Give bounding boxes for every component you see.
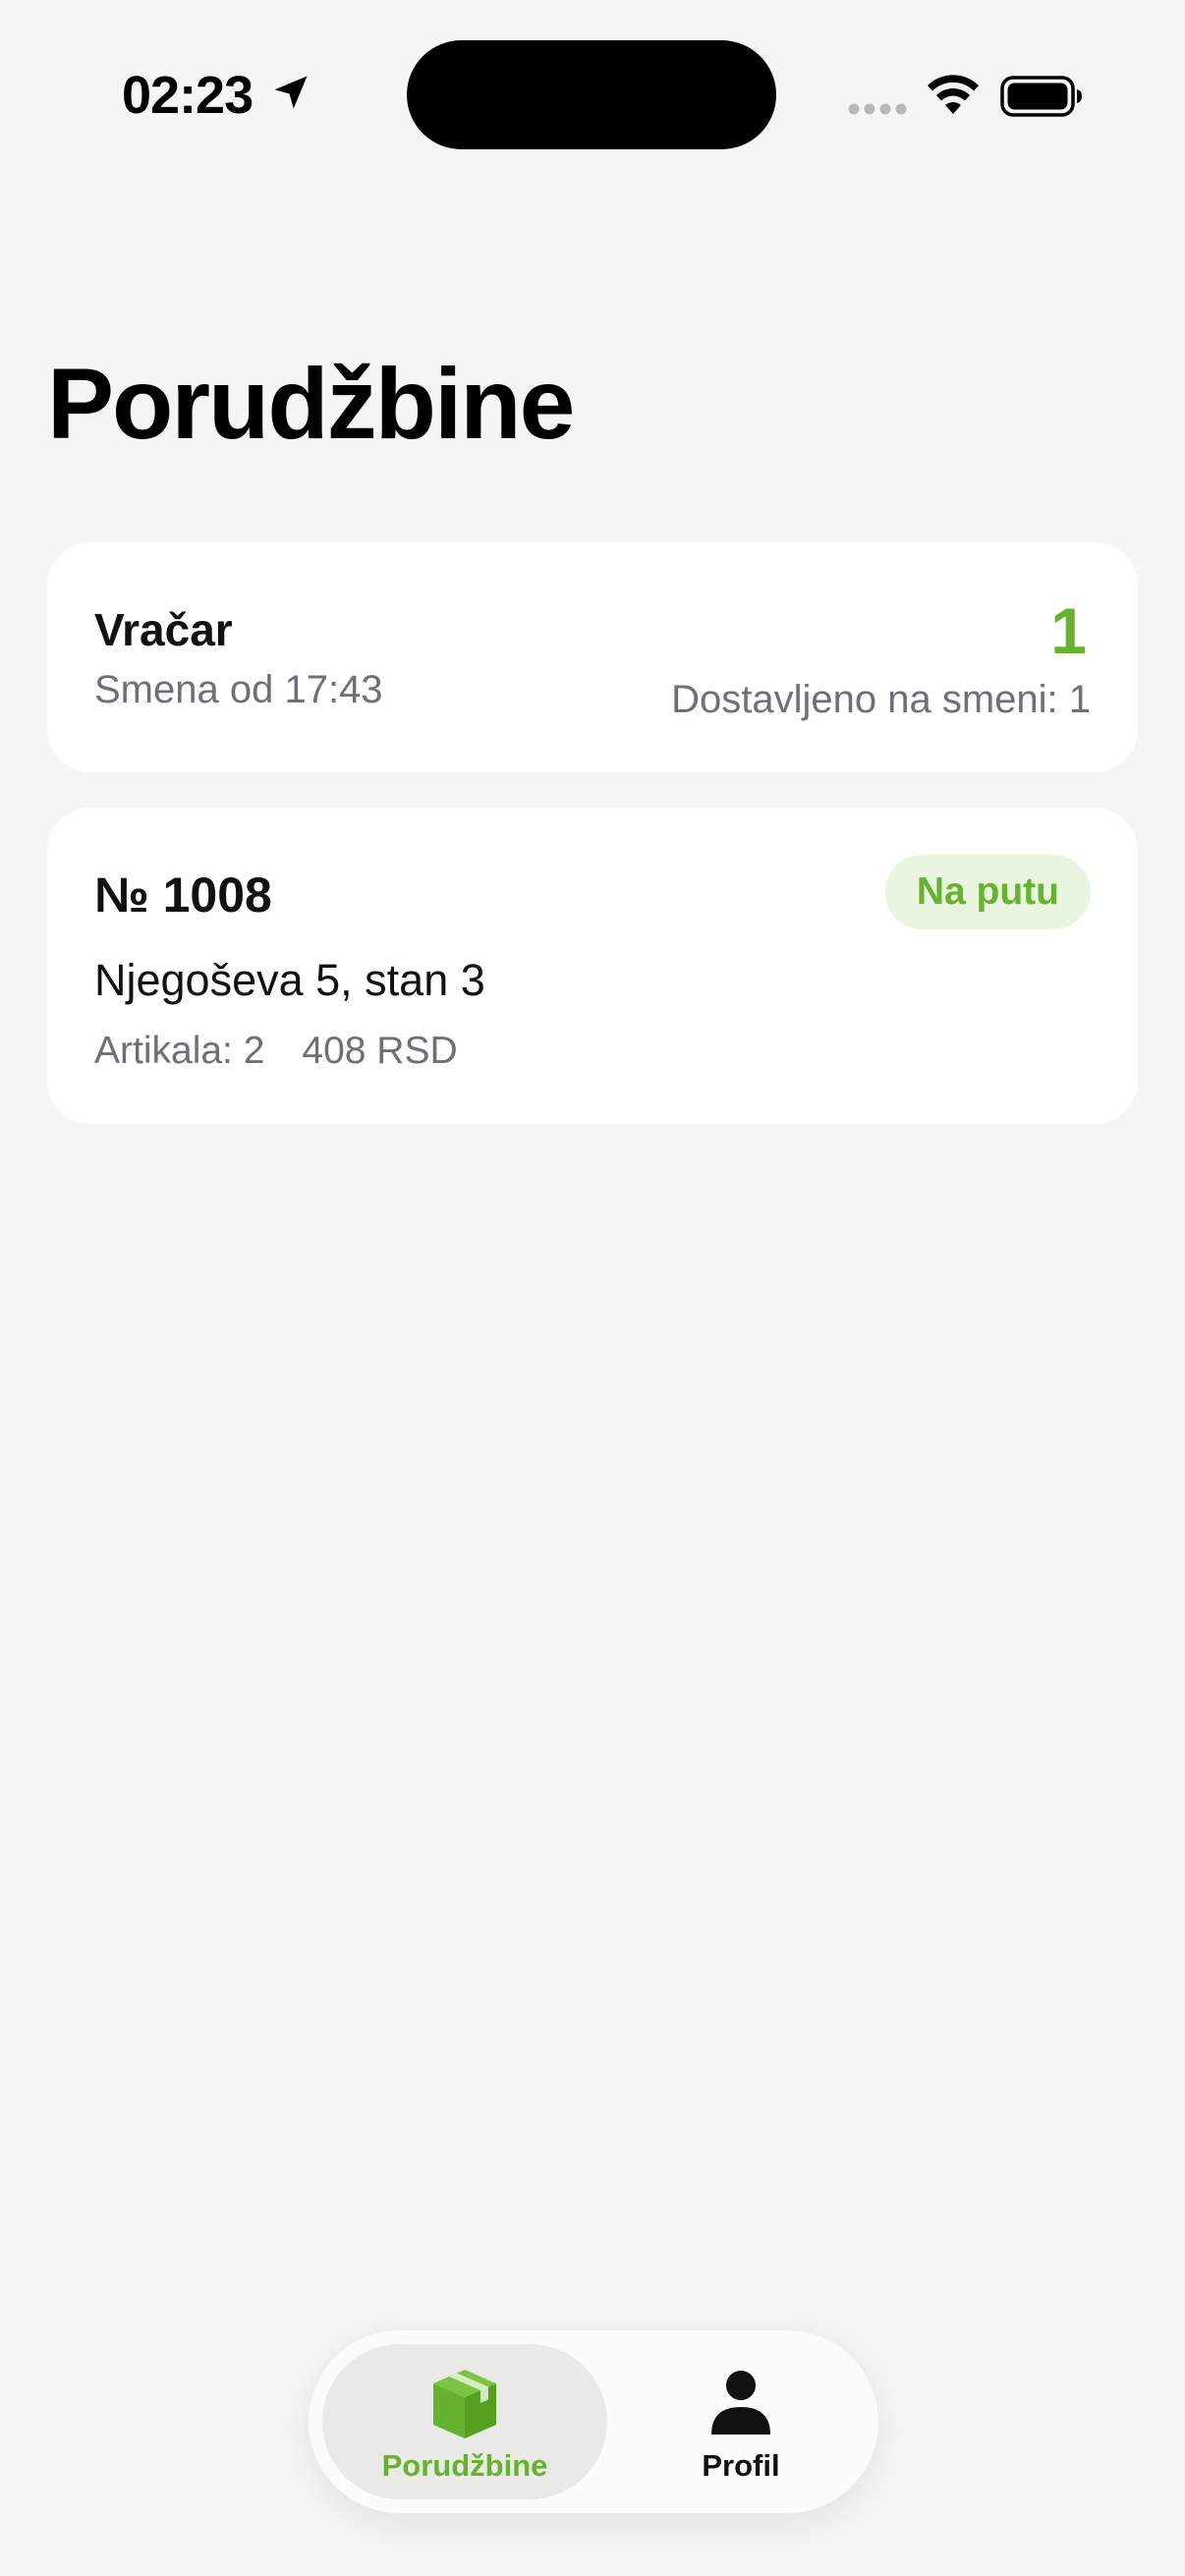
battery-icon: [1000, 76, 1082, 117]
location-arrow-icon: [274, 76, 308, 109]
order-total: 408 RSD: [302, 1030, 458, 1072]
delivered-count: 1: [1050, 594, 1087, 667]
tab-profile-label: Profil: [702, 2448, 780, 2483]
shift-summary-card: Vračar Smena od 17:43 1 Dostavljeno na s…: [47, 542, 1138, 772]
tab-orders[interactable]: Porudžbine: [322, 2344, 607, 2499]
shift-start-time: Smena od 17:43: [94, 668, 383, 711]
status-badge: Na putu: [884, 855, 1091, 929]
order-item-count: Artikala: 2: [94, 1030, 265, 1072]
page-title: Porudžbine: [47, 348, 575, 460]
tab-profile[interactable]: Profil: [617, 2344, 865, 2499]
wifi-icon: [928, 75, 979, 114]
order-card[interactable]: № 1008 Na putu Njegoševa 5, stan 3 Artik…: [47, 808, 1138, 1124]
shift-area-name: Vračar: [94, 604, 233, 655]
person-icon: [711, 2371, 770, 2435]
package-box-icon: [433, 2370, 496, 2438]
cellular-signal-icon: [848, 103, 907, 115]
delivered-label: Dostavljeno na smeni: 1: [671, 678, 1091, 721]
dynamic-island: [407, 40, 776, 149]
status-time: 02:23: [122, 66, 254, 125]
status-bar: 02:23: [0, 0, 1185, 187]
order-meta: Artikala: 2 408 RSD: [94, 1030, 458, 1073]
order-number: № 1008: [94, 868, 272, 923]
tab-bar: Porudžbine Profil: [309, 2330, 878, 2513]
tab-orders-label: Porudžbine: [381, 2448, 548, 2483]
order-address: Njegoševa 5, stan 3: [94, 955, 485, 1005]
